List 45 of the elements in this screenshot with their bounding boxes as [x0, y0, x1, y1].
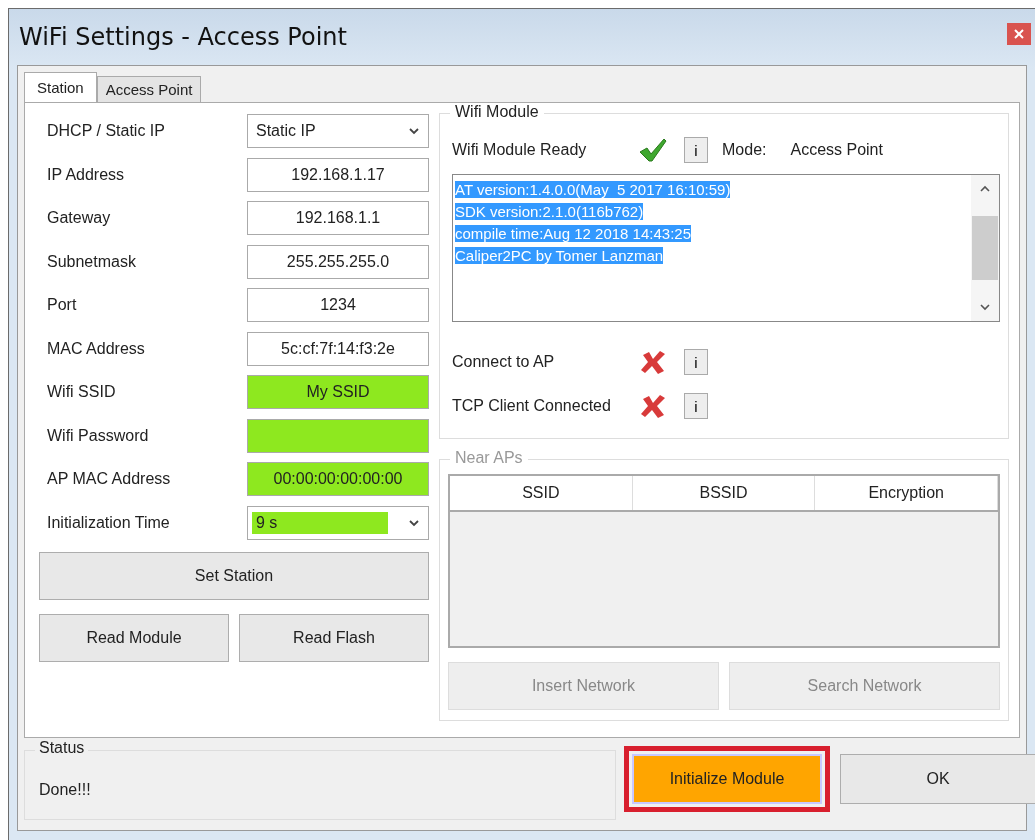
input-field[interactable]: My SSID: [247, 375, 429, 409]
tab[interactable]: Access Point: [96, 76, 202, 102]
status-text: Done!!!: [39, 781, 91, 799]
close-icon: [1014, 29, 1024, 39]
scroll-up-icon: [979, 185, 991, 193]
input-field[interactable]: [247, 418, 429, 453]
read-button[interactable]: Read Flash: [239, 614, 429, 662]
read-button[interactable]: Read Module: [39, 614, 229, 662]
caret-icon: [408, 518, 420, 527]
footer-button[interactable]: OK: [840, 754, 1035, 804]
dropdown-field[interactable]: 9 s: [247, 505, 429, 540]
caret-icon: [408, 127, 420, 135]
scroll-down-icon: [979, 303, 991, 311]
field-label: AP MAC Address: [46, 470, 172, 488]
field-label: Port: [46, 296, 78, 314]
field-label: Subnetmask: [46, 252, 137, 271]
dropdown-field[interactable]: Static IP: [247, 114, 429, 148]
close-button[interactable]: [1007, 23, 1031, 45]
field-label: IP Address: [46, 165, 126, 184]
info-button[interactable]: i: [684, 137, 708, 163]
window-title: WiFi Settings - Access Point: [19, 23, 347, 51]
tab[interactable]: Station: [24, 72, 97, 102]
field-label: Initialization Time: [46, 513, 171, 532]
info-button[interactable]: i: [684, 393, 708, 419]
field-label: DHCP / Static IP: [46, 122, 166, 140]
status-label: Wifi Module Ready: [452, 141, 588, 159]
mode-value: Access Point: [790, 141, 883, 159]
input-field[interactable]: 192.168.1.17: [247, 157, 429, 192]
input-field[interactable]: 192.168.1.1: [247, 201, 429, 235]
set-station-button[interactable]: Set Station: [39, 552, 429, 600]
scrollbar[interactable]: [971, 175, 999, 321]
field-label: Wifi SSID: [46, 383, 117, 401]
field-label: Wifi Password: [46, 426, 150, 445]
footer-button[interactable]: Initialize Module: [632, 754, 822, 804]
input-field[interactable]: 5c:cf:7f:14:f3:2e: [247, 331, 429, 366]
input-field[interactable]: 255.255.255.0: [247, 244, 429, 279]
status-label: Connect to AP: [452, 353, 556, 371]
input-field[interactable]: 1234: [247, 288, 429, 322]
field-label: Gateway: [46, 209, 112, 227]
mode-label: Mode:: [722, 141, 767, 159]
info-button[interactable]: i: [684, 349, 708, 375]
scroll-thumb[interactable]: [972, 216, 998, 280]
field-label: MAC Address: [46, 339, 146, 358]
status-label: TCP Client Connected: [452, 397, 612, 415]
input-field[interactable]: 00:00:00:00:00:00: [247, 462, 429, 496]
